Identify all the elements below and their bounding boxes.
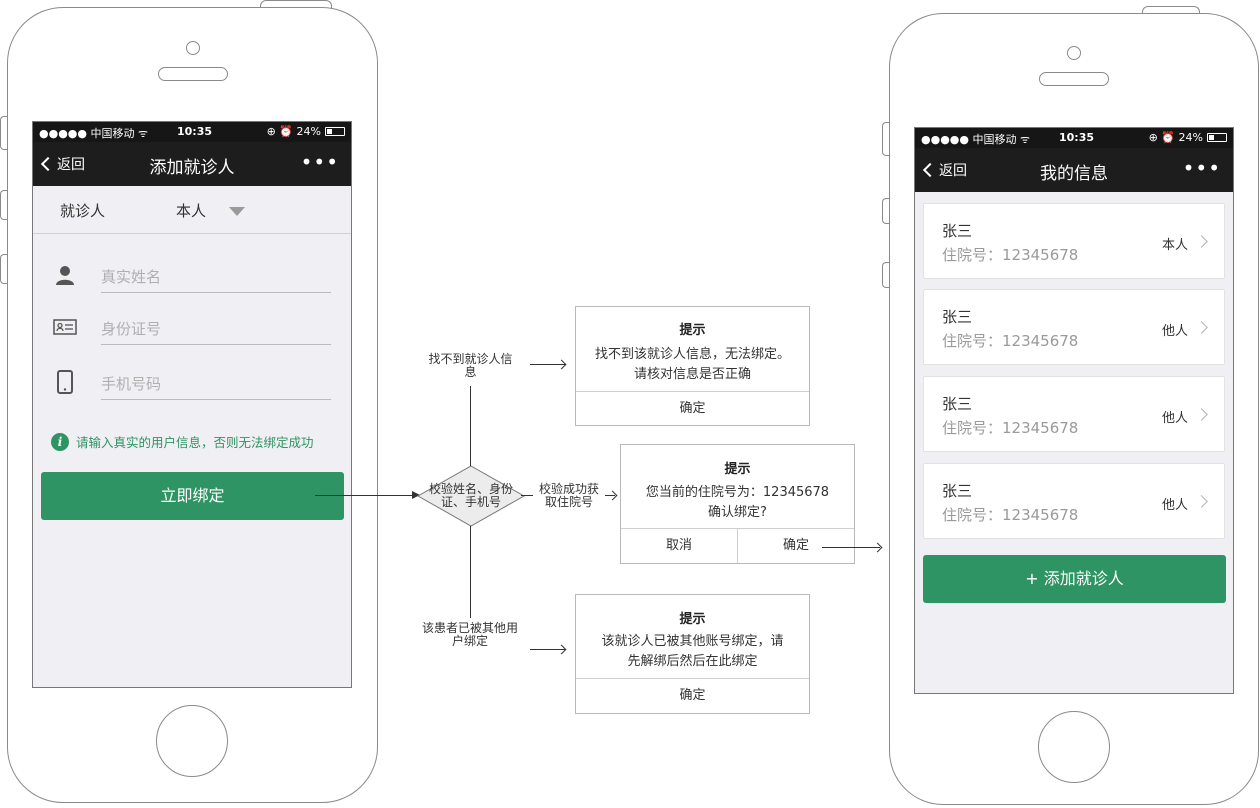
home-button[interactable]: [156, 705, 228, 777]
chevron-right-icon: [1195, 235, 1208, 248]
status-time: 10:35: [1059, 131, 1095, 144]
name-input[interactable]: [101, 261, 331, 293]
front-camera: [186, 41, 200, 55]
right-phone-screen: ●●●●● 中国移动 ᯤ 10:35 ⊕ ⏰ 24% 返回 我的信息 ••• 张…: [914, 127, 1234, 694]
dialog-body-line: 确认绑定?: [708, 505, 767, 520]
connector-button-to-decision: [315, 495, 415, 496]
connector-success: [521, 495, 533, 496]
status-battery-text: ⊕ ⏰ 24%: [1148, 131, 1203, 144]
patient-name: 张三: [942, 395, 973, 413]
dialog-body: 您当前的住院号为：12345678 确认绑定?: [627, 483, 848, 523]
success-label: 校验成功获取住院号: [538, 482, 599, 509]
bind-now-button[interactable]: 立即绑定: [41, 472, 344, 520]
mobile-input[interactable]: [101, 368, 331, 400]
dialog-body-line: 您当前的住院号为：12345678: [645, 485, 830, 500]
dialog-body-line: 请核对信息是否正确: [633, 367, 751, 382]
add-patient-button[interactable]: + 添加就诊人: [923, 555, 1226, 603]
patient-record-number: 住院号：12345678: [942, 506, 1079, 524]
patient-relation: 他人: [1161, 411, 1188, 426]
patient-card[interactable]: 张三 住院号：12345678 他人: [923, 289, 1225, 365]
patient-card[interactable]: 张三 住院号：12345678 他人: [923, 376, 1225, 452]
battery-icon: [1207, 133, 1227, 142]
id-card-icon: [53, 319, 77, 335]
dialog-footer: 确定: [576, 678, 809, 713]
patient-relation: 他人: [1161, 498, 1188, 513]
status-bar: ●●●●● 中国移动 ᯤ 10:35 ⊕ ⏰ 24%: [33, 122, 351, 142]
carrier-signal: ●●●●● 中国移动 ᯤ: [39, 127, 149, 140]
add-patient-label: + 添加就诊人: [1025, 569, 1124, 588]
decision-label: 校验姓名、身份证、手机号: [428, 482, 513, 509]
hint-message: i 请输入真实的用户信息，否则无法绑定成功: [51, 432, 314, 451]
mobile-field: [53, 368, 331, 400]
name-field: [53, 261, 331, 293]
dropdown-triangle-icon: [229, 207, 245, 216]
dialog-body-line: 找不到该就诊人信息，无法绑定。: [594, 347, 790, 362]
arrow-head: [872, 542, 883, 553]
id-number-input[interactable]: [101, 313, 331, 345]
bind-now-label: 立即绑定: [160, 486, 225, 505]
arrow-head: [556, 644, 567, 655]
dialog-title: 提示: [724, 462, 751, 477]
patient-record-number: 住院号：12345678: [942, 332, 1079, 350]
arrow-head: [556, 359, 567, 370]
earpiece-speaker: [1039, 72, 1109, 86]
status-time: 10:35: [177, 125, 213, 138]
chevron-right-icon: [1195, 495, 1208, 508]
dialog-body: 该就诊人已被其他账号绑定，请 先解绑后然后在此绑定: [582, 632, 803, 672]
patient-record-number: 住院号：12345678: [942, 419, 1079, 437]
hint-text: 请输入真实的用户信息，否则无法绑定成功: [76, 435, 314, 450]
front-camera: [1067, 46, 1081, 60]
ok-button[interactable]: 确定: [576, 679, 809, 713]
home-button[interactable]: [1038, 711, 1110, 783]
dialog-footer: 取消 确定: [621, 528, 854, 563]
more-menu-button[interactable]: •••: [1183, 156, 1221, 180]
not-found-label: 找不到就诊人信息: [428, 352, 513, 379]
picker-label: 就诊人: [60, 202, 106, 220]
ok-button[interactable]: 确定: [738, 529, 854, 563]
status-bar: ●●●●● 中国移动 ᯤ 10:35 ⊕ ⏰ 24%: [915, 128, 1233, 148]
user-icon: [56, 266, 74, 285]
info-icon: i: [51, 432, 69, 451]
dialog-title: 提示: [679, 323, 706, 338]
arrow-head: [607, 490, 618, 501]
already-bound-label: 该患者已被其他用户绑定: [421, 621, 518, 648]
carrier-signal: ●●●●● 中国移动 ᯤ: [921, 133, 1031, 146]
dialog-body-line: 先解绑后然后在此绑定: [627, 654, 758, 669]
patient-card[interactable]: 张三 住院号：12345678 他人: [923, 463, 1225, 539]
chevron-right-icon: [1195, 321, 1208, 334]
more-menu-button[interactable]: •••: [301, 150, 339, 174]
earpiece-speaker: [158, 67, 228, 81]
phone-icon: [57, 370, 73, 394]
patient-name: 张三: [942, 308, 973, 326]
id-card-field: [53, 313, 331, 345]
dialog-body: 找不到该就诊人信息，无法绑定。 请核对信息是否正确: [582, 345, 803, 385]
dialog-body-line: 该就诊人已被其他账号绑定，请: [601, 634, 784, 649]
confirm-dialog: 提示 您当前的住院号为：12345678 确认绑定? 取消 确定: [620, 444, 855, 564]
battery-icon: [325, 127, 345, 136]
patient-record-number: 住院号：12345678: [942, 246, 1079, 264]
ok-button[interactable]: 确定: [576, 392, 809, 425]
patient-relation: 他人: [1161, 324, 1188, 339]
patient-relation: 本人: [1161, 238, 1188, 253]
status-battery-text: ⊕ ⏰ 24%: [266, 125, 321, 138]
picker-value: 本人: [176, 202, 207, 220]
left-phone-screen: ●●●●● 中国移动 ᯤ 10:35 ⊕ ⏰ 24% 返回 添加就诊人 ••• …: [32, 121, 352, 688]
nav-bar: 返回 添加就诊人 •••: [33, 142, 351, 186]
not-found-dialog: 提示 找不到该就诊人信息，无法绑定。 请核对信息是否正确 确定: [575, 306, 810, 426]
connector-up-branch: [470, 386, 471, 466]
nav-bar: 返回 我的信息 •••: [915, 148, 1233, 192]
patient-name: 张三: [942, 222, 973, 240]
dialog-footer: 确定: [576, 391, 809, 425]
already-bound-dialog: 提示 该就诊人已被其他账号绑定，请 先解绑后然后在此绑定 确定: [575, 594, 810, 714]
chevron-right-icon: [1195, 408, 1208, 421]
cancel-button[interactable]: 取消: [621, 529, 738, 563]
patient-name: 张三: [942, 482, 973, 500]
patient-type-picker[interactable]: 就诊人 本人: [33, 186, 351, 234]
connector-down-branch: [470, 526, 471, 618]
patient-card[interactable]: 张三 住院号：12345678 本人: [923, 203, 1225, 279]
dialog-title: 提示: [679, 612, 706, 627]
